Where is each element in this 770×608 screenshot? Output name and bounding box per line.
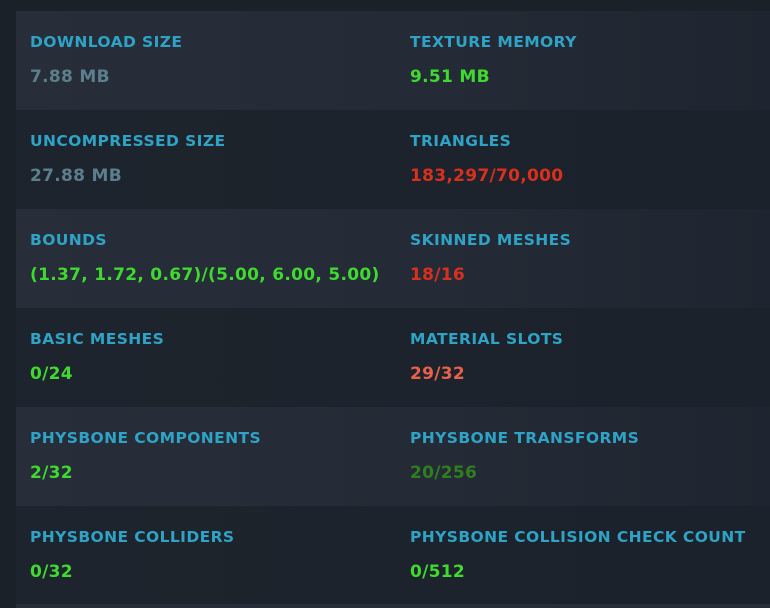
next-row-edge	[16, 604, 770, 608]
stat-value: 7.88 MB	[30, 67, 110, 87]
stat-bounds: BOUNDS (1.37, 1.72, 0.67)/(5.00, 6.00, 5…	[30, 209, 390, 308]
stat-texture-memory: TEXTURE MEMORY 9.51 MB	[410, 11, 770, 110]
stat-value: 2/32	[30, 463, 73, 483]
stat-download-size: DOWNLOAD SIZE 7.88 MB	[30, 11, 390, 110]
stat-value: 0/32	[30, 562, 73, 582]
stat-value: 183,297/70,000	[410, 166, 564, 186]
stat-value: 27.88 MB	[30, 166, 122, 186]
stat-label: PHYSBONE COLLISION CHECK COUNT	[410, 528, 746, 546]
stat-physbone-colliders: PHYSBONE COLLIDERS 0/32	[30, 506, 390, 605]
stat-label: TRIANGLES	[410, 132, 512, 150]
stats-row-meshes: BASIC MESHES 0/24 MATERIAL SLOTS 29/32	[16, 308, 770, 407]
stats-row-uncompressed: UNCOMPRESSED SIZE 27.88 MB TRIANGLES 183…	[16, 110, 770, 209]
stat-physbone-components: PHYSBONE COMPONENTS 2/32	[30, 407, 390, 506]
stat-label: PHYSBONE COLLIDERS	[30, 528, 235, 546]
stats-row-physbones: PHYSBONE COMPONENTS 2/32 PHYSBONE TRANSF…	[16, 407, 770, 506]
stat-label: SKINNED MESHES	[410, 231, 572, 249]
stat-value: 0/512	[410, 562, 466, 582]
stat-uncompressed-size: UNCOMPRESSED SIZE 27.88 MB	[30, 110, 390, 209]
stat-label: BASIC MESHES	[30, 330, 165, 348]
stat-value: 29/32	[410, 364, 466, 384]
stat-basic-meshes: BASIC MESHES 0/24	[30, 308, 390, 407]
stats-row-colliders: PHYSBONE COLLIDERS 0/32 PHYSBONE COLLISI…	[16, 506, 770, 605]
stats-row-download: DOWNLOAD SIZE 7.88 MB TEXTURE MEMORY 9.5…	[16, 11, 770, 110]
stats-row-bounds: BOUNDS (1.37, 1.72, 0.67)/(5.00, 6.00, 5…	[16, 209, 770, 308]
stat-physbone-collision-check-count: PHYSBONE COLLISION CHECK COUNT 0/512	[410, 506, 770, 605]
stat-value: (1.37, 1.72, 0.67)/(5.00, 6.00, 5.00)	[30, 265, 380, 285]
panel-top-edge	[16, 0, 770, 11]
stat-label: BOUNDS	[30, 231, 107, 249]
stat-label: DOWNLOAD SIZE	[30, 33, 183, 51]
stat-value: 20/256	[410, 463, 478, 483]
stat-label: PHYSBONE TRANSFORMS	[410, 429, 640, 447]
stat-value: 9.51 MB	[410, 67, 490, 87]
stat-value: 18/16	[410, 265, 466, 285]
stat-skinned-meshes: SKINNED MESHES 18/16	[410, 209, 770, 308]
stat-label: UNCOMPRESSED SIZE	[30, 132, 226, 150]
stat-physbone-transforms: PHYSBONE TRANSFORMS 20/256	[410, 407, 770, 506]
stat-label: TEXTURE MEMORY	[410, 33, 577, 51]
stat-value: 0/24	[30, 364, 73, 384]
stat-label: MATERIAL SLOTS	[410, 330, 564, 348]
performance-stats-panel: DOWNLOAD SIZE 7.88 MB TEXTURE MEMORY 9.5…	[0, 0, 770, 608]
stat-triangles: TRIANGLES 183,297/70,000	[410, 110, 770, 209]
stat-label: PHYSBONE COMPONENTS	[30, 429, 262, 447]
stat-material-slots: MATERIAL SLOTS 29/32	[410, 308, 770, 407]
